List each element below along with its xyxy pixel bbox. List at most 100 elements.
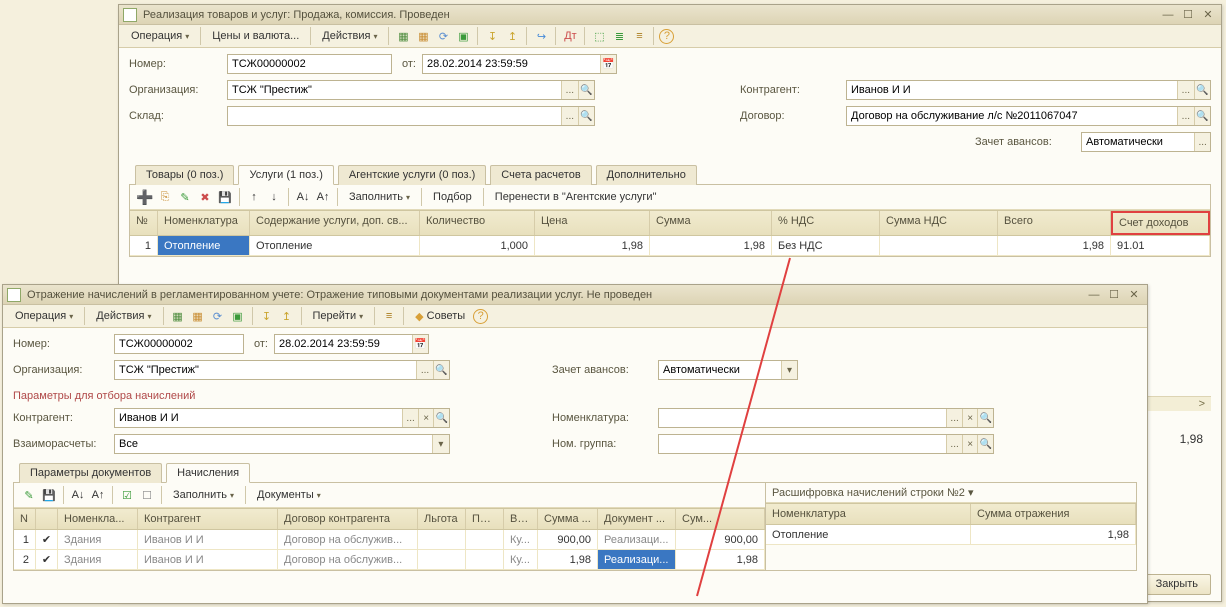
select-icon[interactable]: ...	[561, 107, 577, 125]
titlebar-2[interactable]: Отражение начислений в регламентированно…	[3, 285, 1147, 305]
tb-icon-11[interactable]: ≡	[630, 27, 648, 45]
contragent-field-2[interactable]: ...×🔍	[114, 408, 450, 428]
maximize-icon[interactable]: ☐	[1179, 8, 1197, 22]
fill-menu-2[interactable]: Заполнить▾	[167, 487, 240, 503]
number-field[interactable]	[227, 54, 392, 74]
delete-row-icon[interactable]: ✖	[196, 188, 214, 206]
tb-icon-10[interactable]: ≣	[610, 27, 628, 45]
calendar-icon[interactable]: 📅	[412, 335, 428, 353]
close-icon[interactable]: ✕	[1199, 8, 1217, 22]
minimize-icon[interactable]: —	[1159, 8, 1177, 22]
tb2-icon-6[interactable]: ↥	[278, 307, 296, 325]
select-icon[interactable]: ...	[946, 435, 962, 453]
nom-field[interactable]: ...×🔍	[658, 408, 994, 428]
tb2-icon-2[interactable]: ▦	[189, 307, 207, 325]
warehouse-field[interactable]: ...🔍	[227, 106, 595, 126]
tab-charges[interactable]: Начисления	[166, 463, 250, 483]
tb2-icon-4[interactable]: ▣	[229, 307, 247, 325]
clear-icon[interactable]: ×	[962, 409, 978, 427]
search-icon[interactable]: 🔍	[578, 107, 594, 125]
search-icon[interactable]: 🔍	[1194, 107, 1210, 125]
search-icon[interactable]: 🔍	[1194, 81, 1210, 99]
tb-icon-9[interactable]: ⬚	[590, 27, 608, 45]
save-icon-2[interactable]: 💾	[40, 486, 58, 504]
fill-menu[interactable]: Заполнить▾	[343, 189, 416, 205]
nomgrp-field[interactable]: ...×🔍	[658, 434, 994, 454]
dropdown-icon[interactable]: ▾	[432, 435, 449, 453]
select-icon[interactable]: ...	[1177, 81, 1193, 99]
table-row[interactable]: 2 ✔ Здания Иванов И И Договор на обслужи…	[14, 550, 765, 570]
date-field[interactable]: 📅	[422, 54, 617, 74]
calendar-icon[interactable]: 📅	[600, 55, 616, 73]
sort-desc-icon[interactable]: A↑	[314, 188, 332, 206]
edit-icon[interactable]: ✎	[20, 486, 38, 504]
move-to-agent-button[interactable]: Перенести в "Агентские услуги"	[489, 189, 663, 205]
edit-row-icon[interactable]: ✎	[176, 188, 194, 206]
goto-menu[interactable]: Перейти▾	[307, 308, 370, 324]
table-row[interactable]: 1 ✔ Здания Иванов И И Договор на обслужи…	[14, 530, 765, 550]
sort-asc-icon[interactable]: A↓	[294, 188, 312, 206]
copy-row-icon[interactable]: ⎘	[156, 188, 174, 206]
income-account-header[interactable]: Счет доходов	[1111, 211, 1210, 235]
operation-menu[interactable]: Операция▾	[125, 28, 195, 44]
select-icon[interactable]: ...	[1194, 133, 1210, 151]
check-all-icon[interactable]: ☑	[118, 486, 136, 504]
tab-services[interactable]: Услуги (1 поз.)	[238, 165, 333, 185]
help-icon-2[interactable]: ?	[473, 309, 488, 324]
tab-accounts[interactable]: Счета расчетов	[490, 165, 591, 185]
tb-icon-3[interactable]: ⟳	[434, 27, 452, 45]
cell-nomenclature[interactable]: Отопление	[158, 236, 250, 255]
save-icon[interactable]: 💾	[216, 188, 234, 206]
date-field-2[interactable]: 📅	[274, 334, 429, 354]
add-row-icon[interactable]: ➕	[136, 188, 154, 206]
move-up-icon[interactable]: ↑	[245, 188, 263, 206]
tb-icon-2[interactable]: ▦	[414, 27, 432, 45]
table-row[interactable]: Отопление 1,98	[766, 525, 1136, 545]
select-icon[interactable]: ...	[946, 409, 962, 427]
tb-icon-6[interactable]: ↥	[503, 27, 521, 45]
org-field[interactable]: ...🔍	[227, 80, 595, 100]
contract-field[interactable]: ...🔍	[846, 106, 1211, 126]
close-icon[interactable]: ✕	[1125, 288, 1143, 302]
tab-doc-params[interactable]: Параметры документов	[19, 463, 162, 483]
search-icon[interactable]: 🔍	[578, 81, 594, 99]
tb2-icon-3[interactable]: ⟳	[209, 307, 227, 325]
dropdown-icon[interactable]: ▾	[781, 361, 797, 379]
maximize-icon[interactable]: ☐	[1105, 288, 1123, 302]
search-icon[interactable]: 🔍	[977, 435, 993, 453]
operation-menu-2[interactable]: Операция▾	[9, 308, 79, 324]
tab-goods[interactable]: Товары (0 поз.)	[135, 165, 234, 185]
advance-field[interactable]: ...	[1081, 132, 1211, 152]
tb-icon-5[interactable]: ↧	[483, 27, 501, 45]
tips-button[interactable]: ◆ Советы	[409, 308, 471, 325]
titlebar-1[interactable]: Реализация товаров и услуг: Продажа, ком…	[119, 5, 1221, 25]
tab-agent-services[interactable]: Агентские услуги (0 поз.)	[338, 165, 486, 185]
number-field-2[interactable]	[114, 334, 244, 354]
search-icon[interactable]: 🔍	[977, 409, 993, 427]
clear-icon[interactable]: ×	[418, 409, 434, 427]
tb-icon-1[interactable]: ▦	[394, 27, 412, 45]
table-row[interactable]: 1 Отопление Отопление 1,000 1,98 1,98 Бе…	[130, 236, 1210, 256]
help-icon-1[interactable]: ?	[659, 29, 674, 44]
select-icon[interactable]: ...	[1177, 107, 1193, 125]
advance-field-2[interactable]: ▾	[658, 360, 798, 380]
actions-menu-1[interactable]: Действия▾	[316, 28, 383, 44]
settlement-field[interactable]: ▾	[114, 434, 450, 454]
actions-menu-2[interactable]: Действия▾	[90, 308, 157, 324]
tb-icon-8[interactable]: Дт	[561, 27, 579, 45]
pick-button[interactable]: Подбор	[427, 189, 478, 205]
select-icon[interactable]: ...	[416, 361, 432, 379]
tb2-icon-5[interactable]: ↧	[258, 307, 276, 325]
cell-document-selected[interactable]: Реализаци...	[598, 550, 676, 569]
uncheck-all-icon[interactable]: ☐	[138, 486, 156, 504]
move-down-icon[interactable]: ↓	[265, 188, 283, 206]
tb2-icon-7[interactable]: ≡	[380, 307, 398, 325]
sort-asc-icon-2[interactable]: A↓	[69, 486, 87, 504]
select-icon[interactable]: ...	[402, 409, 418, 427]
documents-menu[interactable]: Документы▾	[251, 487, 327, 503]
tb2-icon-1[interactable]: ▦	[169, 307, 187, 325]
minimize-icon[interactable]: —	[1085, 288, 1103, 302]
contragent-field[interactable]: ...🔍	[846, 80, 1211, 100]
search-icon[interactable]: 🔍	[433, 409, 449, 427]
close-button[interactable]: Закрыть	[1143, 574, 1211, 595]
